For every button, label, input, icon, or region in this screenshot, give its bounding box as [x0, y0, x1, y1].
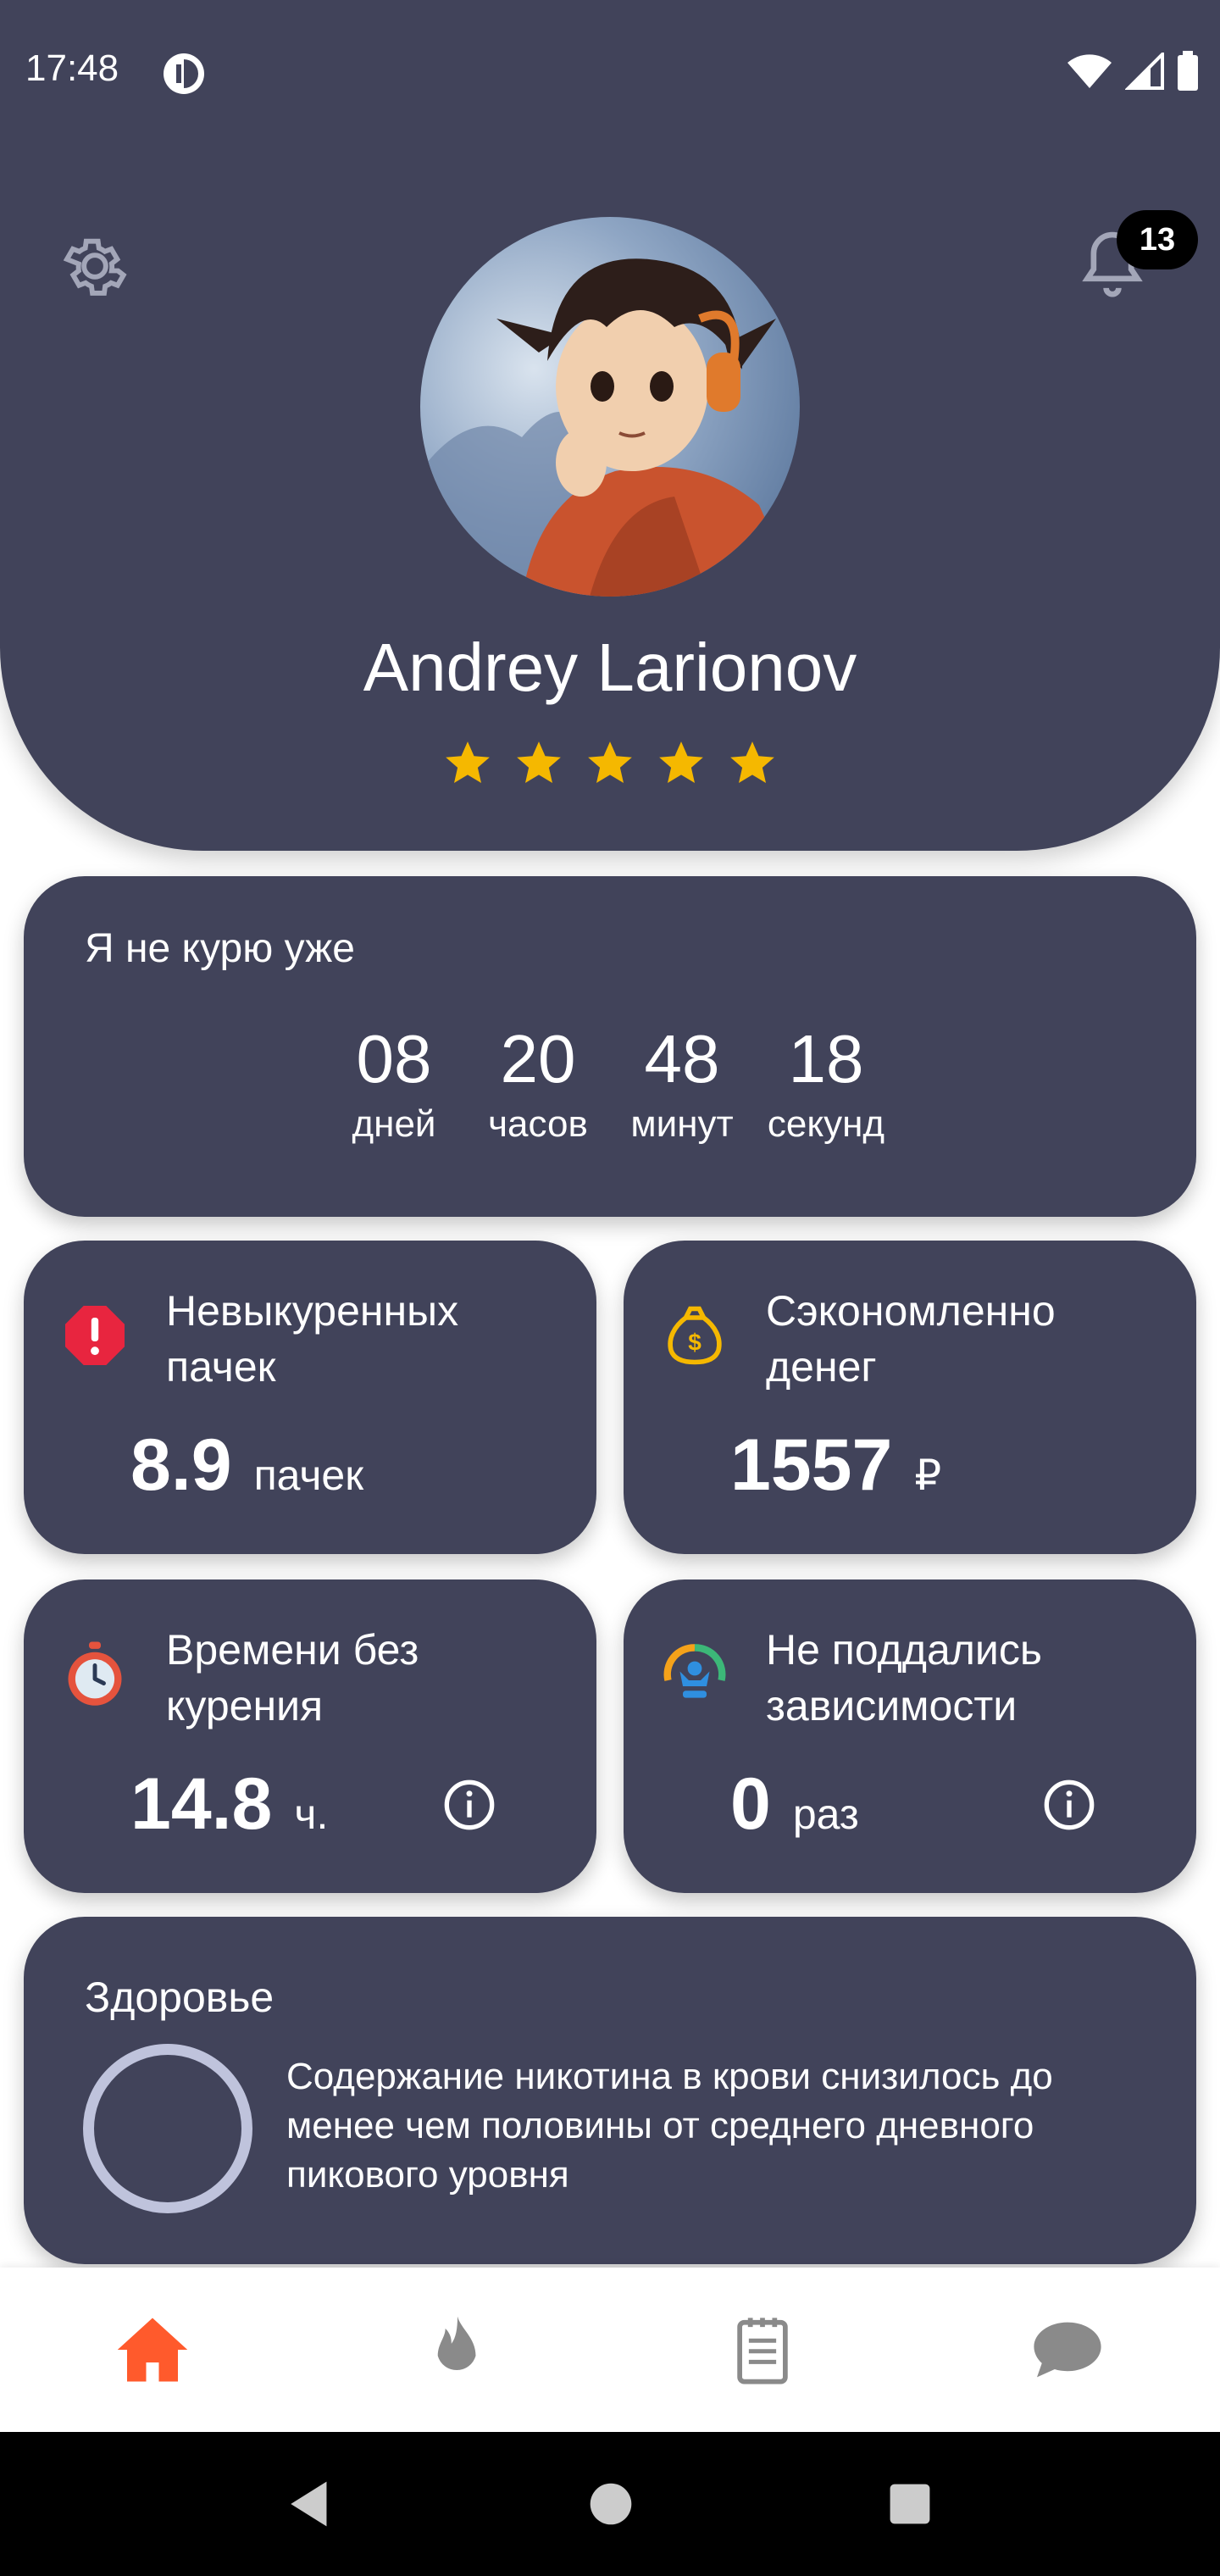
- flame-icon: [437, 2316, 476, 2371]
- nav-notes[interactable]: [712, 2299, 813, 2401]
- wifi-icon: [1068, 54, 1112, 88]
- notepad-icon: [737, 2318, 788, 2384]
- gear-icon[interactable]: [58, 229, 132, 303]
- stat-label: Не поддались зависимости: [766, 1626, 1042, 1729]
- app-notification-icon: [164, 53, 204, 94]
- saved-money-card[interactable]: $ Сэкономленно денег 1557 ₽: [624, 1241, 1196, 1554]
- health-description: Содержание никотина в крови снизилось до…: [286, 2056, 1053, 2196]
- timer-value: 08: [356, 1021, 432, 1096]
- stat-label: Сэкономленно денег: [766, 1287, 1056, 1391]
- stat-value: 0 раз: [730, 1763, 859, 1846]
- resisted-addiction-card[interactable]: Не поддались зависимости 0 раз: [624, 1579, 1196, 1893]
- stat-number: 14.8: [130, 1763, 273, 1845]
- quit-timer-card: Я не курю уже 08 дней 20 часов 48 минут …: [24, 876, 1196, 1217]
- timer-title: Я не курю уже: [85, 926, 355, 971]
- user-name: Andrey Larionov: [363, 630, 857, 705]
- timer-unit: минут: [630, 1103, 734, 1145]
- stat-unit: ч.: [294, 1790, 329, 1838]
- svg-text:$: $: [688, 1330, 702, 1356]
- avatar-image: [420, 258, 800, 597]
- status-bar: 17:48: [0, 0, 1220, 144]
- warning-icon: [65, 1306, 125, 1365]
- battery-icon: [1178, 51, 1198, 91]
- star-icon: [730, 741, 774, 783]
- timer-seconds: 18 секунд: [767, 1020, 885, 1146]
- chat-icon: [1034, 2322, 1101, 2378]
- nav-chat[interactable]: [1017, 2299, 1118, 2401]
- timer-unit: часов: [488, 1103, 588, 1145]
- signal-icon: [1125, 53, 1164, 90]
- timer-value: 18: [788, 1021, 864, 1096]
- info-icon[interactable]: [1042, 1778, 1096, 1832]
- stat-unit: пачек: [253, 1452, 364, 1499]
- nav-home[interactable]: [102, 2299, 203, 2401]
- profile-header: 17:48 13 Andrey Larionov: [0, 0, 1220, 851]
- star-icon: [588, 741, 632, 783]
- timer-minutes: 48 минут: [623, 1020, 741, 1146]
- info-icon[interactable]: [442, 1778, 496, 1832]
- home-icon: [117, 2318, 188, 2382]
- notification-badge: 13: [1117, 210, 1198, 269]
- recents-icon[interactable]: [888, 2482, 932, 2526]
- stopwatch-icon: [68, 1641, 122, 1706]
- status-time: 17:48: [25, 47, 119, 89]
- stat-value: 8.9 пачек: [130, 1424, 363, 1507]
- stat-label: Времени без курения: [166, 1626, 419, 1729]
- bottom-navigation: [0, 2268, 1220, 2432]
- time-without-smoking-card[interactable]: Времени без курения 14.8 ч.: [24, 1579, 596, 1893]
- star-icon: [517, 741, 561, 783]
- stat-value: 1557 ₽: [730, 1424, 941, 1507]
- timer-days: 08 дней: [335, 1020, 453, 1146]
- back-icon[interactable]: [288, 2479, 334, 2529]
- health-title: Здоровье: [85, 1974, 274, 2021]
- stat-unit: ₽: [914, 1452, 942, 1499]
- stat-number: 1557: [730, 1424, 893, 1506]
- system-icons: [1066, 51, 1200, 92]
- avatar[interactable]: [420, 217, 800, 597]
- stat-label: Невыкуренных пачек: [166, 1287, 459, 1391]
- timer-value: 20: [500, 1021, 576, 1096]
- health-progress-ring: [83, 2044, 252, 2213]
- timer-hours: 20 часов: [479, 1020, 597, 1146]
- timer-row: 08 дней 20 часов 48 минут 18 секунд: [24, 1020, 1196, 1146]
- nav-progress[interactable]: [407, 2299, 508, 2401]
- stat-number: 8.9: [130, 1424, 232, 1506]
- timer-unit: секунд: [767, 1103, 885, 1145]
- rating-stars: [0, 737, 1220, 790]
- stat-value: 14.8 ч.: [130, 1763, 328, 1846]
- home-button-icon[interactable]: [588, 2481, 634, 2527]
- money-bag-icon: $: [668, 1306, 722, 1365]
- unsmoked-packs-card[interactable]: Невыкуренных пачек 8.9 пачек: [24, 1241, 596, 1554]
- star-icon: [659, 741, 703, 783]
- star-icon: [446, 741, 490, 783]
- timer-value: 48: [644, 1021, 720, 1096]
- stat-unit: раз: [792, 1790, 859, 1838]
- system-navigation-bar: [0, 2432, 1220, 2576]
- stat-number: 0: [730, 1763, 771, 1845]
- resist-icon: [663, 1644, 726, 1698]
- health-card[interactable]: Здоровье Содержание никотина в крови сни…: [24, 1917, 1196, 2264]
- timer-unit: дней: [352, 1103, 436, 1145]
